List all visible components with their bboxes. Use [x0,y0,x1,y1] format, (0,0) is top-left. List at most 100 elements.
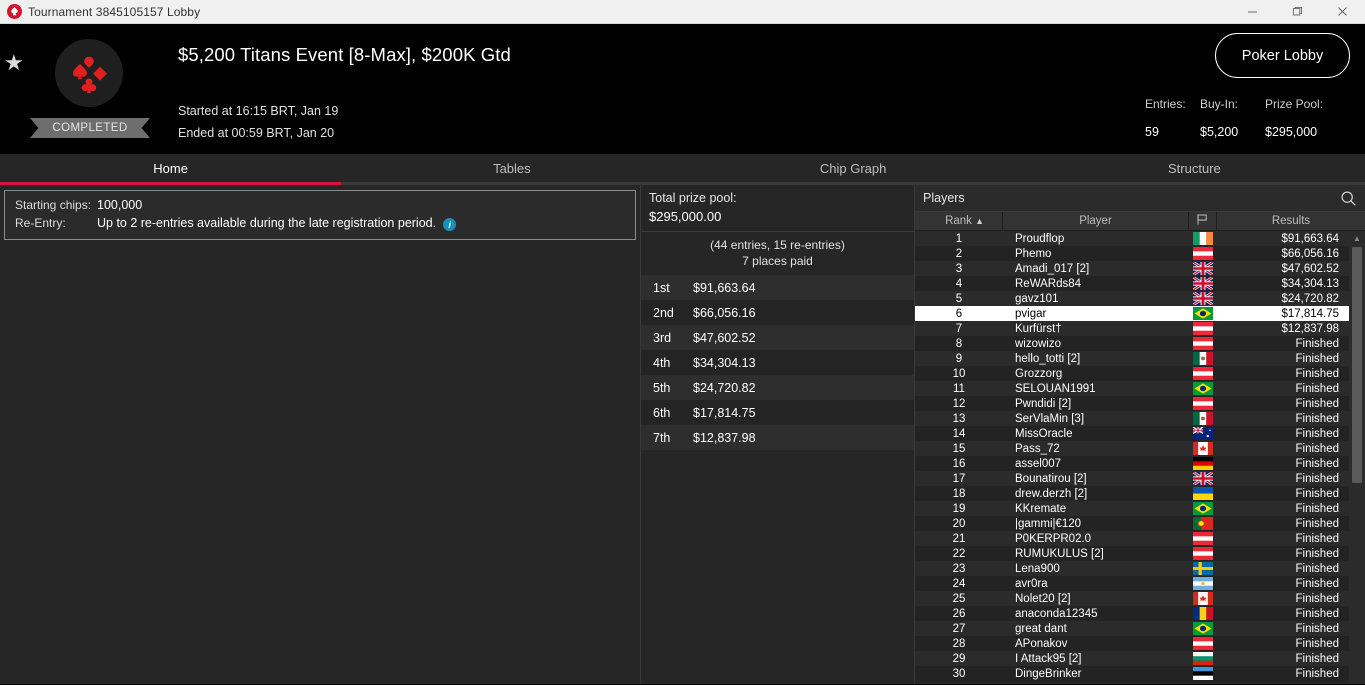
close-button[interactable] [1320,0,1365,23]
window-titlebar: Tournament 3845105157 Lobby [0,0,1365,24]
table-row[interactable]: 25 Nolet20 [2] Finished [915,591,1349,606]
prize-amount: $34,304.13 [693,355,756,370]
player-result: Finished [1295,442,1339,455]
table-row[interactable]: 26 anaconda12345 Finished [915,606,1349,621]
country-flag-icon [1189,666,1217,681]
prize-amount: $66,056.16 [693,305,756,320]
column-header-player[interactable]: Player [1003,212,1189,230]
table-row[interactable]: 29 I Attack95 [2] Finished [915,651,1349,666]
country-flag-icon [1189,381,1217,396]
table-row[interactable]: 7 Kurfürst† $12,837.98 [915,321,1349,336]
pokerstars-spade-icon [0,4,28,19]
prize-place: 5th [653,380,671,395]
ended-time: Ended at 00:59 BRT, Jan 20 [178,126,335,140]
scroll-up-button[interactable]: ▲ [1349,231,1365,245]
table-row[interactable]: 12 Pwndidi [2] Finished [915,396,1349,411]
tab-home[interactable]: Home [0,154,341,182]
player-name: |gammi|€120 [1015,517,1082,530]
table-row[interactable]: 2 Phemo $66,056.16 [915,246,1349,261]
player-name: Pass_72 [1015,442,1060,455]
country-flag-icon [1189,366,1217,381]
player-result: Finished [1295,337,1339,350]
table-row[interactable]: 4 ReWARds84 $34,304.13 [915,276,1349,291]
table-row[interactable]: 27 great dant Finished [915,621,1349,636]
table-row[interactable]: 6 pvigar $17,814.75 [915,306,1349,321]
column-header-rank[interactable]: Rank ▲ [915,212,1003,230]
column-header-results[interactable]: Results [1217,212,1365,230]
table-row[interactable]: 22 RUMUKULUS [2] Finished [915,546,1349,561]
table-row[interactable]: 15 Pass_72 Finished [915,441,1349,456]
table-row[interactable]: 14 MissOracle Finished [915,426,1349,441]
table-row[interactable]: 9 hello_totti [2] Finished [915,351,1349,366]
minimize-button[interactable] [1230,0,1275,23]
stat-prizepool-value: $295,000 [1265,125,1318,139]
table-row[interactable]: 13 SerVlaMin [3] Finished [915,411,1349,426]
prize-place: 2nd [653,305,674,320]
player-result: Finished [1295,487,1339,500]
player-name: drew.derzh [2] [1015,487,1088,500]
player-rank: 16 [952,457,966,470]
player-rank: 26 [952,607,966,620]
table-row[interactable]: 16 assel007 Finished [915,456,1349,471]
table-row[interactable]: 10 Grozzorg Finished [915,366,1349,381]
table-row[interactable]: 30 DingeBrinker Finished [915,666,1349,681]
re-entry-text: Up to 2 re-entries available during the … [97,216,437,230]
table-row[interactable]: 28 APonakov Finished [915,636,1349,651]
table-row[interactable]: 24 avr0ra Finished [915,576,1349,591]
prize-place: 7th [653,430,671,445]
tab-tables[interactable]: Tables [341,154,682,182]
table-row[interactable]: 11 SELOUAN1991 Finished [915,381,1349,396]
table-row[interactable]: 1 Proudflop $91,663.64 [915,231,1349,246]
prize-pool-subinfo: (44 entries, 15 re-entries) 7 places pai… [641,232,914,275]
tournament-logo [55,39,123,107]
main-content: Starting chips: 100,000 Re-Entry: Up to … [0,185,1365,684]
table-row[interactable]: 3 Amadi_017 [2] $47,602.52 [915,261,1349,276]
country-flag-icon [1189,336,1217,351]
scrollbar-track[interactable] [1349,245,1365,684]
tab-structure[interactable]: Structure [1024,154,1365,182]
prize-row: 4th $34,304.13 [641,350,914,375]
player-rank: 25 [952,592,966,605]
tab-chip-graph[interactable]: Chip Graph [683,154,1024,182]
table-row[interactable]: 20 |gammi|€120 Finished [915,516,1349,531]
player-result: $47,602.52 [1281,262,1339,275]
player-name: Phemo [1015,247,1052,260]
table-row[interactable]: 8 wizowizo Finished [915,336,1349,351]
table-row[interactable]: 23 Lena900 Finished [915,561,1349,576]
player-name: anaconda12345 [1015,607,1098,620]
column-header-country[interactable] [1189,212,1217,230]
maximize-button[interactable] [1275,0,1320,23]
player-name: Nolet20 [2] [1015,592,1071,605]
player-rank: 27 [952,622,966,635]
table-row[interactable]: 5 gavz101 $24,720.82 [915,291,1349,306]
players-scrollbar[interactable]: ▲ [1349,231,1365,684]
total-prize-pool-value: $295,000.00 [649,209,722,224]
table-row[interactable]: 19 KKremate Finished [915,501,1349,516]
country-flag-icon [1189,621,1217,636]
stat-buyin-value: $5,200 [1200,125,1239,139]
table-row[interactable]: 17 Bounatirou [2] Finished [915,471,1349,486]
player-rank: 30 [952,667,966,680]
country-flag-icon [1189,561,1217,576]
player-result: Finished [1295,502,1339,515]
scrollbar-thumb[interactable] [1352,247,1362,483]
player-rank: 18 [952,487,966,500]
player-name: Bounatirou [2] [1015,472,1087,485]
info-icon[interactable]: i [443,218,457,232]
player-rank: 7 [955,322,963,335]
header-right: Poker Lobby Entries: 59 Buy-In: $5,200 P… [1105,24,1365,154]
table-row[interactable]: 18 drew.derzh [2] Finished [915,486,1349,501]
table-row[interactable]: 21 P0KERPR02.0 Finished [915,531,1349,546]
chevron-up-icon: ▲ [975,216,984,226]
player-rank: 28 [952,637,966,650]
star-icon[interactable]: ★ [4,52,24,74]
header-stats: Entries: 59 Buy-In: $5,200 Prize Pool: $… [1145,97,1350,139]
prize-place: 3rd [653,330,672,345]
poker-lobby-button[interactable]: Poker Lobby [1215,33,1350,78]
header-main: $5,200 Titans Event [8-Max], $200K Gtd S… [178,24,1105,154]
starting-chips-label: Starting chips: [15,198,92,212]
search-icon[interactable] [1340,190,1357,207]
player-rank: 17 [952,472,966,485]
player-rank: 12 [952,397,966,410]
country-flag-icon [1189,501,1217,516]
